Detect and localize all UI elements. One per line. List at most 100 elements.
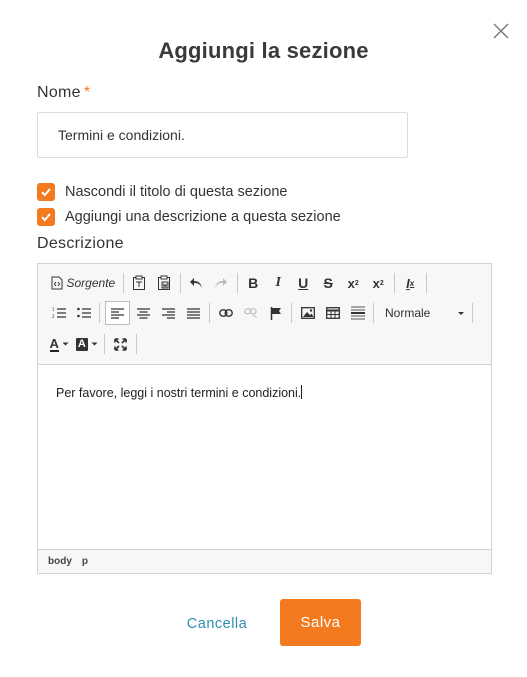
paste-word-icon <box>158 275 171 290</box>
dropdown-arrow-icon <box>458 311 464 315</box>
add-description-checkbox[interactable] <box>37 208 55 226</box>
link-icon <box>218 309 233 317</box>
paste-text-button[interactable] <box>128 271 150 295</box>
rich-text-editor: Sorgente B I U S x2 x 2 I x 1 2 Normale … <box>37 263 492 574</box>
toolbar-separator <box>104 334 106 354</box>
align-left-icon <box>110 307 124 319</box>
hide-title-checkbox-row[interactable]: Nascondi il titolo di questa sezione <box>37 183 287 201</box>
undo-button[interactable] <box>185 271 207 295</box>
editor-toolbar: Sorgente B I U S x2 x 2 I x 1 2 Normale … <box>38 264 491 365</box>
name-label: Nome * <box>37 84 90 102</box>
remove-format-mark: x <box>409 278 415 288</box>
toolbar-separator <box>209 303 210 323</box>
superscript-icon: x <box>372 275 380 291</box>
align-right-button[interactable] <box>158 301 180 325</box>
cancel-button[interactable]: Cancella <box>177 607 257 641</box>
dialog-title: Aggiungi la sezione <box>158 38 369 63</box>
justify-button[interactable] <box>183 301 205 325</box>
editor-element-path: body p <box>38 549 491 573</box>
horizontal-rule-icon <box>350 306 365 320</box>
toolbar-separator <box>136 334 138 354</box>
editor-paragraph[interactable]: Per favore, leggi i nostri termini e con… <box>56 385 473 400</box>
maximize-button[interactable] <box>110 332 132 356</box>
unlink-button[interactable] <box>240 301 262 325</box>
toolbar-separator <box>122 273 124 293</box>
editor-content-area[interactable]: Per favore, leggi i nostri termini e con… <box>38 365 491 550</box>
format-dropdown-value: Normale <box>385 306 431 320</box>
subscript-mark: 2 <box>354 279 359 287</box>
toolbar-row-2: 12 Normale <box>46 299 476 327</box>
description-label: Descrizione <box>37 235 124 252</box>
image-icon <box>300 307 315 319</box>
text-color-icon: A <box>49 335 59 352</box>
flag-icon <box>270 306 281 320</box>
align-center-icon <box>137 307 150 319</box>
align-left-button[interactable] <box>104 301 130 325</box>
unlink-icon <box>243 308 257 318</box>
required-mark: * <box>83 84 91 101</box>
path-item-p[interactable]: p <box>82 556 88 567</box>
paste-text-icon <box>133 275 146 290</box>
toolbar-separator <box>472 303 473 323</box>
toolbar-separator <box>236 273 238 293</box>
bulleted-list-button[interactable] <box>73 301 95 325</box>
svg-text:2: 2 <box>52 314 55 319</box>
redo-icon <box>215 278 228 288</box>
anchor-button[interactable] <box>265 301 287 325</box>
name-label-text: Nome <box>37 84 81 101</box>
editor-paragraph-text: Per favore, leggi i nostri termini e con… <box>56 386 302 400</box>
toolbar-separator <box>179 273 181 293</box>
paste-word-button[interactable] <box>153 271 175 295</box>
subscript-button[interactable]: x2 <box>342 271 364 295</box>
source-icon <box>51 276 62 290</box>
hide-title-checkbox[interactable] <box>37 183 55 201</box>
bold-button[interactable]: B <box>242 271 264 295</box>
save-button[interactable]: Salva <box>280 599 361 646</box>
redo-button[interactable] <box>210 271 232 295</box>
table-icon <box>325 307 340 319</box>
image-button[interactable] <box>297 301 319 325</box>
check-icon <box>41 188 51 197</box>
align-center-button[interactable] <box>133 301 155 325</box>
toolbar-separator <box>99 303 100 323</box>
remove-format-button[interactable]: Ix <box>399 271 421 295</box>
strikethrough-button[interactable]: S <box>317 271 339 295</box>
source-label: Sorgente <box>66 276 116 290</box>
superscript-button[interactable]: x2 <box>367 271 389 295</box>
underline-button[interactable]: U <box>292 271 314 295</box>
numbered-list-button[interactable]: 12 <box>48 301 70 325</box>
check-icon <box>41 213 51 222</box>
background-color-button[interactable]: A <box>74 332 100 356</box>
svg-text:1: 1 <box>52 307 55 312</box>
numbered-list-icon: 12 <box>52 307 66 319</box>
text-cursor <box>301 385 303 399</box>
dropdown-arrow-icon <box>62 342 69 346</box>
maximize-icon <box>114 337 128 351</box>
toolbar-separator <box>425 273 427 293</box>
source-button[interactable]: Sorgente <box>48 271 119 295</box>
italic-button[interactable]: I <box>267 271 289 295</box>
text-color-button[interactable]: A <box>48 332 71 356</box>
name-input[interactable] <box>37 112 408 158</box>
format-dropdown[interactable]: Normale <box>381 301 469 325</box>
add-description-label: Aggiungi una descrizione a questa sezion… <box>65 209 341 225</box>
toolbar-row-1: Sorgente B I U S x2 x 2 I x <box>46 269 430 297</box>
dropdown-arrow-icon <box>91 342 98 346</box>
hide-title-label: Nascondi il titolo di questa sezione <box>65 184 288 200</box>
superscript-mark: 2 <box>379 279 384 287</box>
subscript-icon: x <box>347 275 355 291</box>
toolbar-separator <box>393 273 395 293</box>
toolbar-row-3: A A <box>46 330 140 358</box>
bulleted-list-icon <box>76 307 91 318</box>
justify-icon <box>187 307 200 319</box>
background-color-icon: A <box>75 337 88 351</box>
add-description-checkbox-row[interactable]: Aggiungi una descrizione a questa sezion… <box>37 208 341 226</box>
undo-icon <box>190 278 203 288</box>
path-item-body[interactable]: body <box>48 556 72 567</box>
toolbar-separator <box>373 303 374 323</box>
align-right-icon <box>162 307 175 319</box>
link-button[interactable] <box>215 301 237 325</box>
table-button[interactable] <box>322 301 344 325</box>
horizontal-rule-button[interactable] <box>347 301 369 325</box>
toolbar-separator <box>291 303 292 323</box>
